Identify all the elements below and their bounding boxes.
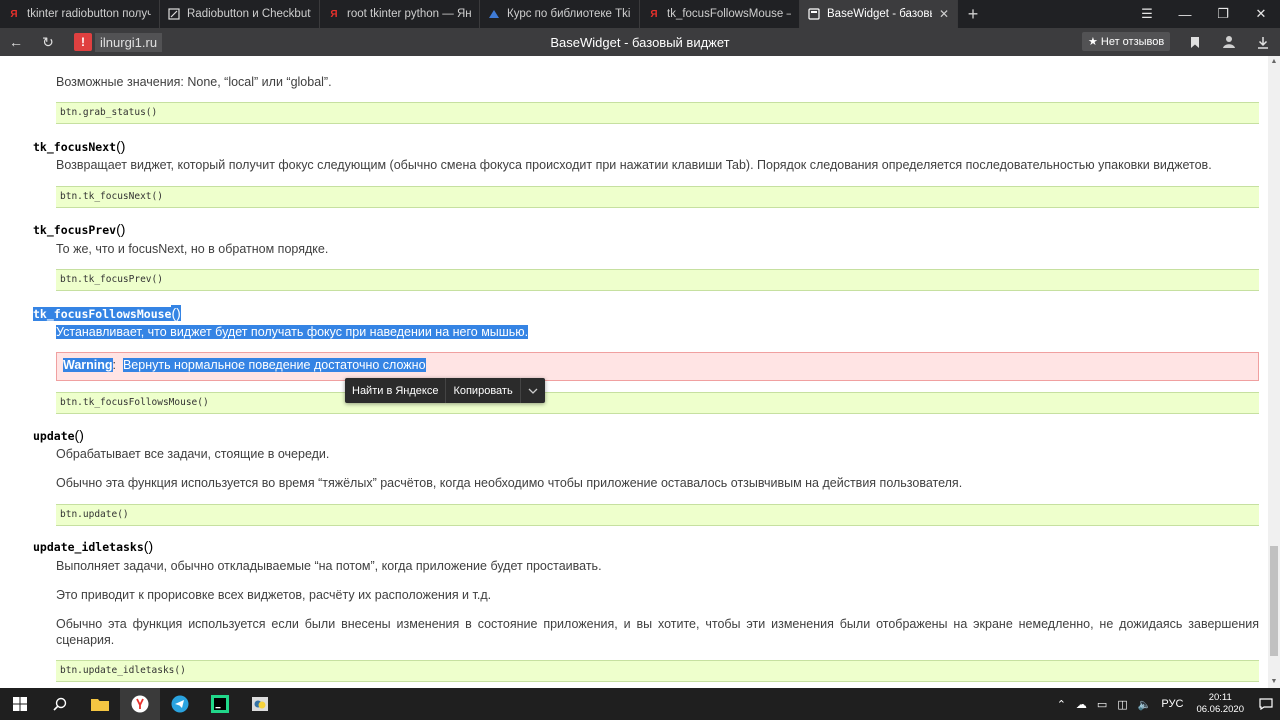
clock[interactable]: 20:11 06.06.2020 [1188,692,1252,716]
network-icon[interactable]: ◫ [1112,698,1132,711]
tab-title: Курс по библиотеке Tkinte [507,8,631,20]
tab-2[interactable]: Radiobutton и Checkbutton [160,0,320,28]
yandex-icon: Я [10,8,18,20]
method-name: tk_focusPrev [33,223,117,237]
telegram-icon[interactable] [160,688,200,720]
course-icon [488,8,500,20]
pycharm-icon[interactable] [200,688,240,720]
tab-1[interactable]: Я tkinter radiobutton получи [0,0,160,28]
tab-6-active[interactable]: BaseWidget - базовый в ✕ [800,0,958,28]
method-signature: tk_focusNext() [33,138,126,154]
tab-title: tkinter radiobutton получи [27,8,151,20]
method-name: tk_focusNext [33,140,117,154]
scroll-down-icon[interactable]: ▼ [1268,676,1280,688]
warning-box: Warning: Вернуть нормальное поведение до… [56,352,1259,381]
site-host[interactable]: ilnurgi1.ru [95,32,163,52]
insecure-warning-icon[interactable]: ! [74,33,92,51]
close-window-icon[interactable]: ✕ [1242,0,1280,28]
cloud-icon[interactable]: ☁ [1071,698,1092,711]
restore-icon[interactable]: ❐ [1204,0,1242,28]
yandex-browser-icon[interactable] [120,688,160,720]
code-block: btn.tk_focusNext() [56,186,1259,208]
star-icon: ★ [1088,36,1098,48]
text-description: Это приводит к прорисовке всех виджетов,… [56,588,492,602]
scroll-up-icon[interactable]: ▲ [1268,56,1280,68]
doc-icon [168,8,180,20]
tab-title: tk_focusFollowsMouse — Я [667,8,791,20]
warning-text: Вернуть нормальное поведение достаточно … [122,358,426,372]
yandex-icon: Я [650,8,658,20]
text-description: Обычно эта функция используется во время… [56,476,963,490]
search-yandex-button[interactable]: Найти в Яндексе [345,378,447,403]
text-description: Обрабатывает все задачи, стоящие в очере… [56,447,330,461]
method-signature: tk_focusPrev() [33,221,126,237]
notifications-icon[interactable] [1252,688,1280,720]
download-icon[interactable] [1246,28,1280,56]
toolbar-right [1178,28,1280,56]
language-indicator[interactable]: РУС [1156,698,1188,710]
reviews-button[interactable]: ★ Нет отзывов [1082,32,1171,51]
back-button[interactable]: ← [0,28,32,56]
method-name: update_idletasks [33,540,144,554]
new-tab-button[interactable]: + [958,0,988,28]
warning-label: Warning [63,358,113,372]
minimize-icon[interactable]: — [1166,0,1204,28]
scrollbar-thumb[interactable] [1270,546,1278,656]
method-signature: tk_focusFollowsMouse() [33,305,181,321]
tab-strip: Я tkinter radiobutton получи Radiobutton… [0,0,1280,28]
tab-title: Radiobutton и Checkbutton [187,8,311,20]
code-block: btn.tk_focusPrev() [56,269,1259,291]
reload-button[interactable]: ↻ [32,28,64,56]
method-name: update [33,429,75,443]
method-signature: update() [33,427,84,443]
clock-date: 06.06.2020 [1196,704,1244,715]
text-values: Возможные значения: None, “local” или “g… [56,75,332,89]
chevron-up-icon[interactable]: ⌃ [1052,698,1071,711]
taskbar: ⌃ ☁ ▭ ◫ 🔈 РУС 20:11 06.06.2020 [0,688,1280,720]
text-description: Возвращает виджет, который получит фокус… [56,158,1212,172]
page-content: Возможные значения: None, “local” или “g… [0,56,1268,688]
file-explorer-icon[interactable] [80,688,120,720]
method-signature: update_idletasks() [33,538,154,554]
text-description: Устанавливает, что виджет будет получать… [56,324,529,340]
battery-icon[interactable]: ▭ [1092,698,1112,711]
site-identity[interactable]: ! ilnurgi1.ru [74,32,163,52]
tab-5[interactable]: Я tk_focusFollowsMouse — Я [640,0,800,28]
python-idle-icon[interactable] [240,688,280,720]
volume-icon[interactable]: 🔈 [1133,698,1157,711]
tab-4[interactable]: Курс по библиотеке Tkinte [480,0,640,28]
system-tray: ⌃ ☁ ▭ ◫ 🔈 РУС 20:11 06.06.2020 [1052,688,1280,720]
tab-title: BaseWidget - базовый в [827,8,932,20]
code-block: btn.update() [56,504,1259,526]
code-block: btn.tk_focusFollowsMouse() [56,392,1259,414]
windows-start-icon[interactable] [0,688,40,720]
chevron-down-icon[interactable] [521,378,545,403]
address-bar: ← ↻ ! ilnurgi1.ru BaseWidget - базовый в… [0,28,1280,56]
copy-button[interactable]: Копировать [446,378,521,403]
code-block: btn.grab_status() [56,102,1259,124]
window-controls: ☰ — ❐ ✕ [1128,0,1280,28]
text-description: Выполняет задачи, обычно откладываемые “… [56,559,602,573]
selection-context-menu: Найти в Яндексе Копировать [345,378,545,403]
code-block: btn.update_idletasks() [56,660,1259,682]
tab-title: root tkinter python — Янде [347,8,471,20]
yandex-icon: Я [330,8,338,20]
incognito-icon[interactable] [1212,28,1246,56]
search-icon[interactable] [40,688,80,720]
page-icon [808,8,820,20]
bookmark-icon[interactable] [1178,28,1212,56]
scrollbar[interactable]: ▲ ▼ [1268,56,1280,688]
reviews-label: Нет отзывов [1100,35,1165,48]
menu-icon[interactable]: ☰ [1128,0,1166,28]
clock-time: 20:11 [1208,692,1232,703]
tab-3[interactable]: Я root tkinter python — Янде [320,0,480,28]
method-name: tk_focusFollowsMouse [33,307,172,321]
text-description: То же, что и focusNext, но в обратном по… [56,242,329,256]
text-description: Обычно эта функция используется если был… [56,617,1259,647]
close-tab-icon[interactable]: ✕ [939,7,949,21]
selected-text: Устанавливает, что виджет будет получать… [56,325,529,339]
